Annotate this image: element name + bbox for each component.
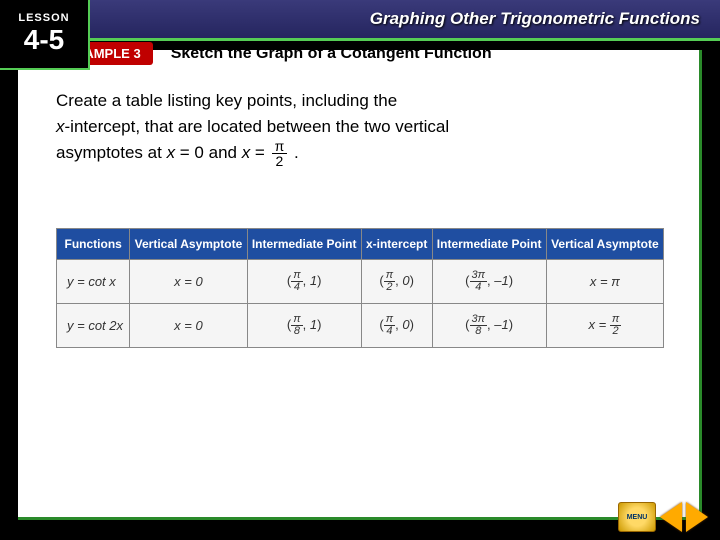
cell-ip1: (π4, 1): [247, 260, 361, 304]
cell-xi: (π4, 0): [361, 304, 432, 348]
cell-fn: y = cot x: [57, 260, 130, 304]
col-va1: Vertical Asymptote: [130, 229, 247, 260]
col-xint: x-intercept: [361, 229, 432, 260]
cell-va1: x = 0: [130, 260, 247, 304]
table-row: y = cot x x = 0 (π4, 1) (π2, 0) (3π4, –1…: [57, 260, 664, 304]
menu-button[interactable]: MENU: [618, 502, 656, 532]
lesson-badge: LESSON 4-5: [0, 0, 90, 70]
next-arrow-icon[interactable]: [686, 502, 708, 532]
col-ip1: Intermediate Point: [247, 229, 361, 260]
nav-controls: MENU: [618, 502, 708, 532]
cell-fn: y = cot 2x: [57, 304, 130, 348]
prev-arrow-icon[interactable]: [660, 502, 682, 532]
cell-ip2: (3π4, –1): [432, 260, 546, 304]
example-header: EXAMPLE 3 Sketch the Graph of a Cotangen…: [55, 42, 492, 65]
key-points-table: Functions Vertical Asymptote Intermediat…: [56, 228, 664, 348]
table-header-row: Functions Vertical Asymptote Intermediat…: [57, 229, 664, 260]
table-row: y = cot 2x x = 0 (π8, 1) (π4, 0) (3π8, –…: [57, 304, 664, 348]
col-functions: Functions: [57, 229, 130, 260]
example-title: Sketch the Graph of a Cotangent Function: [171, 45, 492, 63]
chapter-title: Graphing Other Trigonometric Functions: [0, 0, 720, 38]
cell-xi: (π2, 0): [361, 260, 432, 304]
cell-ip1: (π8, 1): [247, 304, 361, 348]
lesson-number: 4-5: [24, 24, 64, 56]
divider: [0, 38, 720, 41]
instruction-text: Create a table listing key points, inclu…: [56, 88, 664, 168]
cell-va1: x = 0: [130, 304, 247, 348]
cell-ip2: (3π8, –1): [432, 304, 546, 348]
col-ip2: Intermediate Point: [432, 229, 546, 260]
lesson-label: LESSON: [18, 12, 69, 24]
cell-va2: x = π: [546, 260, 663, 304]
col-va2: Vertical Asymptote: [546, 229, 663, 260]
cell-va2: x = π2: [546, 304, 663, 348]
